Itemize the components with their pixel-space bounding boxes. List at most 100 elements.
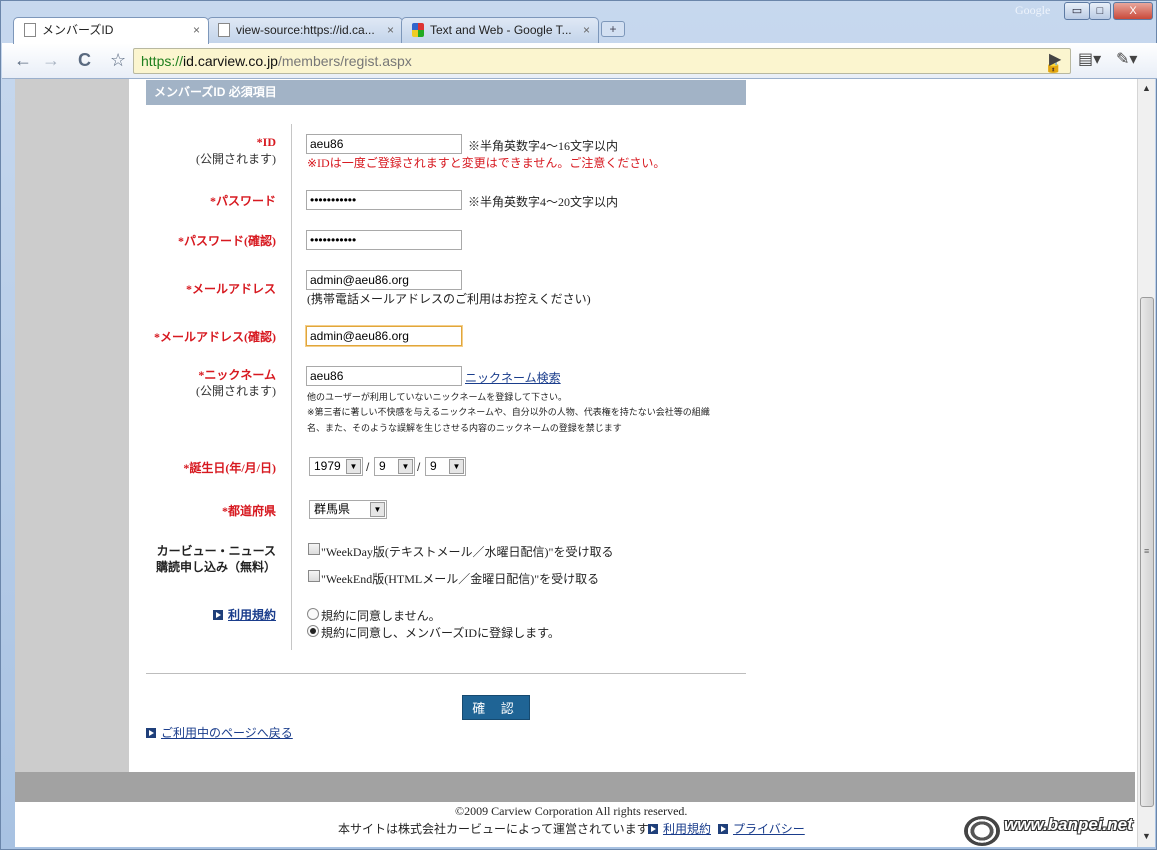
page-menu-icon[interactable]: ▤▾ — [1078, 51, 1101, 69]
tab-google-translate[interactable]: Text and Web - Google T... × — [401, 17, 599, 43]
weekday-newsletter-label: "WeekDay版(テキストメール／水曜日配信)"を受け取る — [321, 545, 614, 559]
back-arrow-icon[interactable]: ← — [14, 51, 32, 69]
tab-members-id[interactable]: メンバーズID × — [13, 17, 209, 44]
forward-arrow-icon[interactable]: → — [42, 51, 60, 69]
footer-privacy-link[interactable]: プライバシー — [733, 822, 805, 836]
maximize-button[interactable]: □ — [1089, 2, 1111, 20]
password-confirm-label-group: *パスワード(確認) — [146, 232, 276, 248]
weekday-newsletter-checkbox[interactable] — [308, 543, 320, 555]
arrow-bullet-icon — [146, 728, 156, 738]
email-confirm-input[interactable]: admin@aeu86.org — [306, 326, 462, 346]
weekend-newsletter-checkbox[interactable] — [308, 570, 320, 582]
tab-close-icon[interactable]: × — [387, 18, 394, 42]
back-to-page-link[interactable]: ご利用中のページへ戻る — [161, 726, 293, 740]
scroll-thumb[interactable]: ≡ — [1140, 297, 1154, 807]
tab-close-icon[interactable]: × — [583, 18, 590, 42]
id-label: *ID — [256, 135, 276, 149]
chevron-down-icon: ▼ — [346, 459, 361, 474]
birth-year-select[interactable]: 1979 ▼ — [309, 457, 363, 476]
grip-icon: ≡ — [1144, 546, 1150, 556]
divider — [146, 673, 746, 674]
tab-title: Text and Web - Google T... — [430, 23, 572, 37]
footer-privacy-row: プライバシー — [718, 820, 805, 837]
id-warning: ※IDは一度ご登録されますと変更はできません。ご注意ください。 — [307, 156, 666, 170]
email-hint: (携帯電話メールアドレスのご利用はお控えください) — [307, 292, 591, 306]
footer-terms-link[interactable]: 利用規約 — [663, 822, 711, 836]
birthday-label: *誕生日(年/月/日) — [183, 461, 276, 475]
chevron-down-icon: ▼ — [449, 459, 464, 474]
prefecture-select[interactable]: 群馬県 ▼ — [309, 500, 387, 519]
watermark-text: www.banpei.net — [1004, 815, 1133, 834]
nickname-input[interactable]: aeu86 — [306, 366, 462, 386]
birth-day-value: 9 — [430, 459, 437, 473]
close-window-button[interactable]: X — [1113, 2, 1153, 20]
reload-icon[interactable]: C — [78, 51, 91, 69]
nickname-search-link[interactable]: ニックネーム検索 — [465, 369, 561, 386]
tab-view-source[interactable]: view-source:https://id.ca... × — [207, 17, 403, 43]
google-icon — [412, 23, 424, 37]
scroll-up-icon[interactable]: ▲ — [1142, 83, 1151, 93]
newsletter-label-2: 購読申し込み（無料） — [155, 560, 276, 574]
chevron-down-icon: ▼ — [370, 502, 385, 517]
prefecture-label: *都道府県 — [221, 504, 276, 518]
scroll-down-icon[interactable]: ▼ — [1142, 831, 1151, 841]
play-icon[interactable]: ▶ — [1049, 51, 1061, 69]
id-hint: ※半角英数字4～16文字以内 — [468, 139, 619, 153]
birth-day-select[interactable]: 9 ▼ — [425, 457, 466, 476]
vertical-scrollbar[interactable]: ▲ ≡ ▼ — [1137, 79, 1155, 847]
birth-month-select[interactable]: 9 ▼ — [374, 457, 415, 476]
nickname-note-2: ※第三者に著しい不快感を与えるニックネームや、自分以外の人物、代表権を持たない会… — [307, 407, 710, 417]
terms-agree-radio[interactable] — [307, 625, 319, 637]
new-tab-button[interactable]: + — [601, 21, 625, 37]
url-scheme: https:// — [141, 53, 184, 69]
newsletter-label-group: カービュー・ニュース 購読申し込み（無料） — [146, 542, 276, 576]
wrench-menu-icon[interactable]: ✎▾ — [1116, 51, 1137, 69]
terms-label-group: 利用規約 — [146, 606, 276, 622]
terms-link-row: 利用規約 — [212, 606, 276, 623]
id-label-group: *ID (公開されます) — [146, 135, 276, 169]
arrow-bullet-icon — [648, 824, 658, 834]
birth-month-value: 9 — [379, 459, 386, 473]
prefecture-label-group: *都道府県 — [146, 502, 276, 518]
password-label-group: *パスワード — [146, 192, 276, 208]
terms-agree-label: 規約に同意し、メンバーズIDに登録します。 — [321, 626, 560, 640]
arrow-bullet-icon — [718, 824, 728, 834]
date-separator: / — [417, 460, 421, 474]
birth-year-value: 1979 — [314, 459, 341, 473]
id-input[interactable]: aeu86 — [306, 134, 462, 154]
password-confirm-label: *パスワード(確認) — [178, 234, 276, 248]
email-label-group: *メールアドレス — [146, 280, 276, 296]
nickname-label-group: *ニックネーム (公開されます) — [146, 366, 276, 400]
chevron-down-icon: ▼ — [398, 459, 413, 474]
window-brand: Google — [1015, 3, 1051, 17]
operated-note: 本サイトは株式会社カービューによって運営されています。 — [338, 822, 660, 836]
password-label: *パスワード — [209, 194, 276, 208]
nickname-note-3: 名、また、そのような誤解を生じさせる内容のニックネームの登録を禁じます — [307, 423, 622, 433]
newsletter-label-1: カービュー・ニュース — [156, 544, 276, 558]
password-confirm-input[interactable]: ••••••••••• — [306, 230, 462, 250]
email-confirm-label-group: *メールアドレス(確認) — [146, 328, 276, 344]
copyright: ©2009 Carview Corporation All rights res… — [455, 804, 688, 818]
minimize-button[interactable]: ▭ — [1064, 2, 1090, 20]
section-header: メンバーズID 必須項目 — [146, 80, 746, 105]
url-path: /members/regist.aspx — [277, 53, 412, 69]
page-icon — [24, 23, 36, 37]
birthday-label-group: *誕生日(年/月/日) — [146, 459, 276, 475]
tab-title: view-source:https://id.ca... — [236, 23, 375, 37]
footer-bar — [15, 772, 1135, 802]
tab-close-icon[interactable]: × — [193, 18, 200, 42]
weekend-newsletter-label: "WeekEnd版(HTMLメール／金曜日配信)"を受け取る — [321, 572, 600, 586]
terms-disagree-label: 規約に同意しません。 — [321, 609, 441, 623]
bookmark-star-icon[interactable]: ☆ — [110, 51, 126, 69]
terms-link[interactable]: 利用規約 — [228, 608, 276, 622]
address-bar[interactable]: https://id.carview.co.jp/members/regist.… — [133, 48, 1071, 74]
email-input[interactable]: admin@aeu86.org — [306, 270, 462, 290]
browser-toolbar: ← → C ☆ https://id.carview.co.jp/members… — [2, 43, 1157, 79]
terms-disagree-radio[interactable] — [307, 608, 319, 620]
left-margin — [15, 79, 129, 772]
tab-title: メンバーズID — [42, 23, 114, 37]
confirm-button[interactable]: 確 認 — [462, 695, 530, 720]
column-divider — [291, 124, 292, 650]
password-input[interactable]: ••••••••••• — [306, 190, 462, 210]
password-hint: ※半角英数字4～20文字以内 — [468, 195, 619, 209]
